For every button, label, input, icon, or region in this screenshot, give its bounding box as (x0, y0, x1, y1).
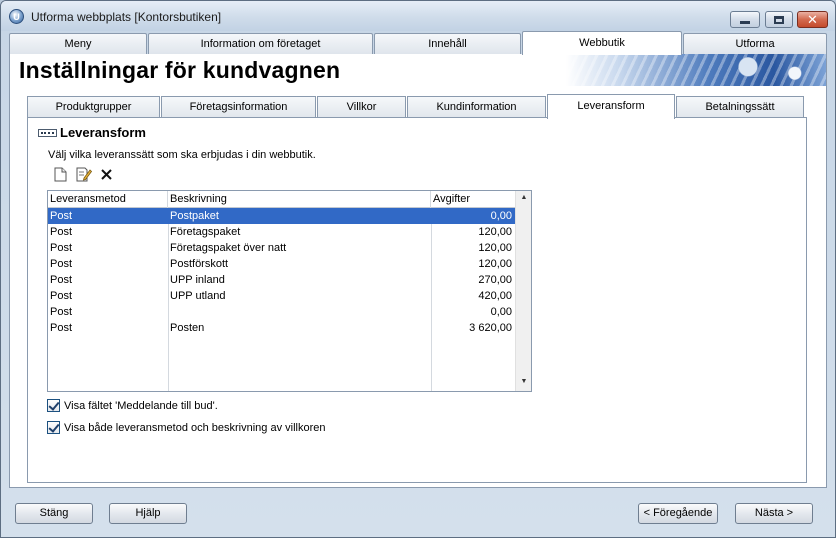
cell-fee: 0,00 (490, 210, 512, 222)
cell-fee: 3 620,00 (469, 322, 512, 334)
cell-method: Post (50, 322, 73, 334)
cell-method: Post (50, 258, 73, 270)
table-header: Leveransmetod Beskrivning Avgifter (48, 191, 516, 208)
cell-fee: 120,00 (478, 226, 512, 238)
cell-description: UPP inland (170, 274, 225, 286)
title-bar[interactable]: U Utforma webbplats [Kontorsbutiken] ✕ (1, 1, 835, 31)
page-title: Inställningar för kundvagnen (19, 57, 341, 83)
table-row[interactable]: Post Företagspaket 120,00 (48, 224, 516, 240)
banner-image (566, 54, 826, 86)
cell-description: Postförskott (170, 258, 229, 270)
table-row[interactable]: Post Postförskott 120,00 (48, 256, 516, 272)
table-row[interactable]: Post UPP inland 270,00 (48, 272, 516, 288)
minimize-icon (740, 21, 750, 24)
scroll-down-icon[interactable]: ▼ (519, 378, 529, 388)
new-document-icon (54, 167, 67, 182)
table-body: Post Postpaket 0,00 Post Företagspaket 1… (48, 208, 516, 391)
app-window: U Utforma webbplats [Kontorsbutiken] ✕ M… (0, 0, 836, 538)
cell-description: Företagspaket över natt (170, 242, 287, 254)
option-show-both[interactable]: Visa både leveransmetod och beskrivning … (47, 421, 326, 434)
scroll-up-icon[interactable]: ▲ (519, 194, 529, 204)
cell-description: Företagspaket (170, 226, 241, 238)
close-window-button[interactable]: ✕ (797, 11, 828, 28)
cell-description (168, 304, 431, 320)
cell-description: UPP utland (170, 290, 226, 302)
option-message-field[interactable]: Visa fältet 'Meddelande till bud'. (47, 399, 218, 412)
minimize-button[interactable] (730, 11, 760, 28)
cell-method: Post (50, 274, 73, 286)
subtab-produktgrupper[interactable]: Produktgrupper (27, 96, 160, 118)
tab-utforma[interactable]: Utforma (683, 33, 827, 54)
show-both-checkbox[interactable] (47, 421, 60, 434)
cell-description: Posten (170, 322, 205, 334)
cell-fee: 270,00 (478, 274, 512, 286)
edit-button[interactable] (75, 166, 92, 183)
table-scrollbar[interactable]: ▲ ▼ (515, 191, 531, 391)
table-row[interactable]: Post Företagspaket över natt 120,00 (48, 240, 516, 256)
tab-information-om-foretaget[interactable]: Information om företaget (148, 33, 373, 54)
help-button[interactable]: Hjälp (109, 503, 187, 524)
grid-toolbar (52, 166, 115, 183)
cell-description: Postpaket (168, 208, 431, 224)
close-button[interactable]: Stäng (15, 503, 93, 524)
subtab-betalningssatt[interactable]: Betalningssätt (676, 96, 804, 118)
tab-meny[interactable]: Meny (9, 33, 147, 54)
cell-method: Post (50, 242, 73, 254)
cell-method: Post (50, 226, 73, 238)
leveransform-panel: Leveransform Välj vilka leveranssätt som… (27, 117, 807, 483)
section-header[interactable]: Leveransform (38, 125, 146, 140)
table-row[interactable]: Post UPP utland 420,00 (48, 288, 516, 304)
subtab-kundinformation[interactable]: Kundinformation (407, 96, 546, 118)
subtab-leveransform[interactable]: Leveransform (547, 94, 675, 119)
cell-fee: 120,00 (478, 242, 512, 254)
app-logo-icon: U (9, 9, 24, 24)
window-title: Utforma webbplats [Kontorsbutiken] (31, 10, 222, 24)
section-hint: Välj vilka leveranssätt som ska erbjudas… (48, 149, 316, 161)
show-both-label: Visa både leveransmetod och beskrivning … (64, 421, 326, 434)
cell-fee: 420,00 (478, 290, 512, 302)
column-header-fees[interactable]: Avgifter (431, 191, 516, 208)
previous-button[interactable]: < Föregående (638, 503, 718, 524)
cell-method: Post (50, 306, 73, 318)
tab-webbutik[interactable]: Webbutik (522, 31, 682, 55)
maximize-icon (774, 15, 784, 24)
delete-button[interactable] (98, 166, 115, 183)
column-header-description[interactable]: Beskrivning (168, 191, 431, 208)
table-row[interactable]: Post Postpaket 0,00 (48, 208, 516, 224)
cell-fee: 0,00 (490, 306, 512, 318)
subtab-foretagsinformation[interactable]: Företagsinformation (161, 96, 316, 118)
next-button[interactable]: Nästa > (735, 503, 813, 524)
maximize-button[interactable] (765, 11, 793, 28)
new-button[interactable] (52, 166, 69, 183)
page-banner: Inställningar för kundvagnen (9, 54, 827, 86)
collapse-icon[interactable] (38, 128, 57, 137)
subtab-villkor[interactable]: Villkor (317, 96, 406, 118)
cell-fee: 120,00 (478, 258, 512, 270)
content-panel: Produktgrupper Företagsinformation Villk… (9, 86, 827, 488)
delete-icon (101, 169, 112, 180)
message-field-checkbox[interactable] (47, 399, 60, 412)
table-row[interactable]: Post 0,00 (48, 304, 516, 320)
close-icon: ✕ (807, 12, 818, 27)
cell-method: Post (50, 210, 73, 222)
section-title: Leveransform (60, 125, 146, 140)
message-field-label: Visa fältet 'Meddelande till bud'. (64, 399, 218, 412)
table-row[interactable]: Post Posten 3 620,00 (48, 320, 516, 336)
edit-icon (76, 167, 92, 182)
delivery-methods-table[interactable]: Leveransmetod Beskrivning Avgifter Post … (47, 190, 532, 392)
tab-innehall[interactable]: Innehåll (374, 33, 521, 54)
column-header-method[interactable]: Leveransmetod (48, 191, 168, 208)
cell-method: Post (50, 290, 73, 302)
